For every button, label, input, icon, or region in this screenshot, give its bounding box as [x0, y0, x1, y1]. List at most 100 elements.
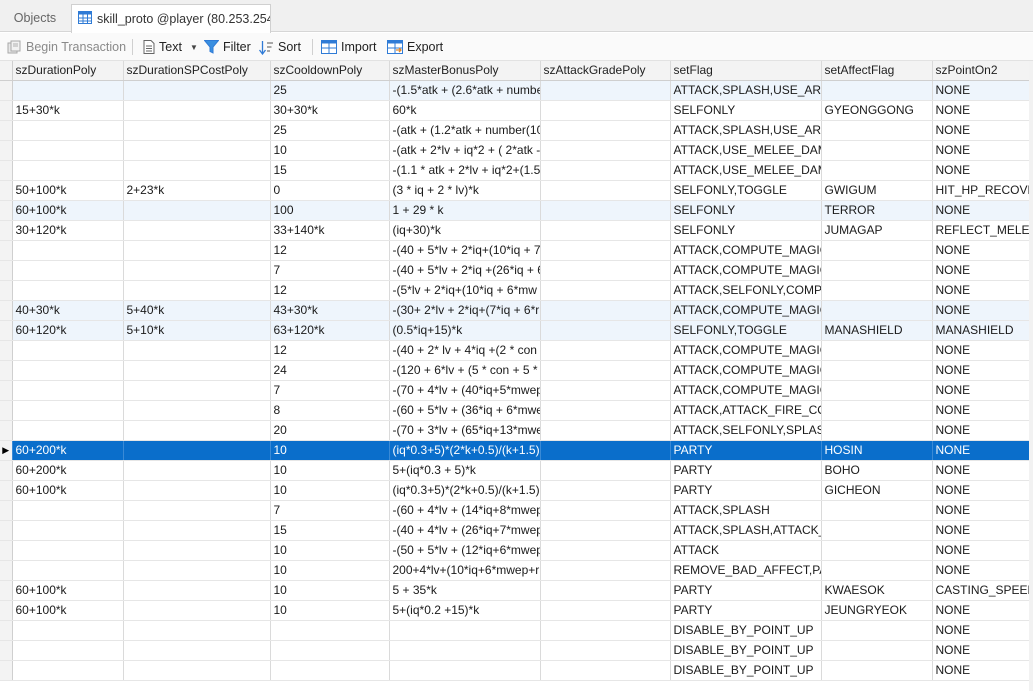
table-row[interactable]: DISABLE_BY_POINT_UP NONE [0, 620, 1030, 641]
table-cell[interactable]: JEUNGRYEOK [821, 600, 933, 621]
table-cell[interactable] [821, 280, 933, 301]
table-cell[interactable]: -(40 + 4*lv + (26*iq+7*mwep [389, 520, 541, 541]
table-row[interactable]: 60+200*k 10 5+(iq*0.3 + 5)*k PARTY BOHO NONE [0, 460, 1030, 481]
table-cell[interactable]: PARTY [670, 480, 822, 501]
table-cell[interactable]: 5+10*k [123, 320, 271, 341]
table-cell[interactable] [123, 600, 271, 621]
table-cell[interactable] [12, 500, 124, 521]
table-cell[interactable]: 33+140*k [270, 220, 390, 241]
table-row[interactable]: 15 -(1.1 * atk + 2*lv + iq*2+(1.5 ATTACK,U… [0, 160, 1030, 181]
table-cell[interactable] [123, 440, 271, 461]
table-cell[interactable] [540, 280, 671, 301]
table-cell[interactable]: (iq+30)*k [389, 220, 541, 241]
table-cell[interactable]: MANASHIELD [821, 320, 933, 341]
table-cell[interactable]: PARTY [670, 600, 822, 621]
table-cell[interactable]: 12 [270, 240, 390, 261]
table-cell[interactable]: NONE [932, 440, 1030, 461]
table-cell[interactable]: NONE [932, 460, 1030, 481]
table-cell[interactable] [12, 160, 124, 181]
table-cell[interactable] [540, 420, 671, 441]
table-cell[interactable]: -(atk + (1.2*atk + number(10 [389, 120, 541, 141]
table-cell[interactable] [821, 240, 933, 261]
row-selector[interactable] [0, 80, 13, 101]
table-cell[interactable]: ATTACK,SELFONLY,SPLASH, [670, 420, 822, 441]
table-cell[interactable] [540, 300, 671, 321]
table-cell[interactable]: NONE [932, 360, 1030, 381]
table-cell[interactable]: 15 [270, 160, 390, 181]
table-row[interactable]: 60+100*k 10 (iq*0.3+5)*(2*k+0.5)/(k+1.5) PA… [0, 480, 1030, 501]
row-selector[interactable] [0, 520, 13, 541]
column-header[interactable]: setFlag [670, 61, 822, 81]
table-cell[interactable] [540, 440, 671, 461]
table-cell[interactable] [821, 260, 933, 281]
table-cell[interactable]: 60+200*k [12, 440, 124, 461]
table-cell[interactable]: BOHO [821, 460, 933, 481]
table-cell[interactable] [821, 660, 933, 681]
table-cell[interactable]: NONE [932, 640, 1030, 661]
table-cell[interactable]: (3 * iq + 2 * lv)*k [389, 180, 541, 201]
table-cell[interactable] [123, 120, 271, 141]
table-row[interactable]: 25 -(1.5*atk + (2.6*atk + number(ATTACK,S… [0, 80, 1030, 101]
table-cell[interactable] [123, 240, 271, 261]
table-cell[interactable]: ATTACK,SELFONLY,COMPUTE [670, 280, 822, 301]
table-cell[interactable]: 43+30*k [270, 300, 390, 321]
table-cell[interactable]: TERROR [821, 200, 933, 221]
table-row[interactable]: 8 -(60 + 5*lv + (36*iq + 6*mwe ATTACK,ATTA… [0, 400, 1030, 421]
table-row[interactable]: 12 -(40 + 5*lv + 2*iq+(10*iq + 7* ATTACK,C… [0, 240, 1030, 261]
table-cell[interactable]: HOSIN [821, 440, 933, 461]
table-cell[interactable] [123, 140, 271, 161]
table-cell[interactable] [123, 520, 271, 541]
row-selector[interactable] [0, 500, 13, 521]
table-cell[interactable] [12, 340, 124, 361]
row-selector[interactable] [0, 560, 13, 581]
table-cell[interactable]: NONE [932, 140, 1030, 161]
column-header[interactable]: szDurationPoly [12, 61, 124, 81]
table-cell[interactable] [123, 80, 271, 101]
table-cell[interactable] [540, 140, 671, 161]
table-row[interactable]: 60+120*k 5+10*k 63+120*k (0.5*iq+15)*k SELFO… [0, 320, 1030, 341]
table-cell[interactable]: 25 [270, 120, 390, 141]
table-cell[interactable] [821, 640, 933, 661]
table-cell[interactable]: ATTACK,COMPUTE_MAGIC_DAMAGE [670, 360, 822, 381]
table-cell[interactable]: -(70 + 4*lv + (40*iq+5*mwep [389, 380, 541, 401]
table-cell[interactable]: -(120 + 6*lv + (5 * con + 5 * [389, 360, 541, 381]
table-cell[interactable]: 20 [270, 420, 390, 441]
table-cell[interactable] [123, 380, 271, 401]
table-cell[interactable] [540, 240, 671, 261]
table-row[interactable]: 10 200+4*lv+(10*iq+6*mwep+r REMOVE_BAD_AFF… [0, 560, 1030, 581]
table-cell[interactable]: GICHEON [821, 480, 933, 501]
column-header[interactable]: szCooldownPoly [270, 61, 390, 81]
table-cell[interactable] [123, 500, 271, 521]
table-cell[interactable]: 7 [270, 500, 390, 521]
table-cell[interactable] [123, 640, 271, 661]
table-cell[interactable]: NONE [932, 400, 1030, 421]
table-row[interactable]: 50+100*k 2+23*k 0 (3 * iq + 2 * lv)*k SELFON… [0, 180, 1030, 201]
table-cell[interactable] [123, 160, 271, 181]
table-cell[interactable] [270, 660, 390, 681]
table-cell[interactable] [389, 640, 541, 661]
text-button[interactable]: Text ▼ [143, 37, 198, 57]
table-cell[interactable]: 25 [270, 80, 390, 101]
table-cell[interactable] [12, 380, 124, 401]
row-selector[interactable] [0, 540, 13, 561]
table-cell[interactable]: 5+(iq*0.3 + 5)*k [389, 460, 541, 481]
column-header[interactable]: setAffectFlag [821, 61, 933, 81]
table-cell[interactable] [389, 620, 541, 641]
table-cell[interactable]: HIT_HP_RECOVER [932, 180, 1030, 201]
table-cell[interactable]: 7 [270, 260, 390, 281]
table-cell[interactable]: 60+120*k [12, 320, 124, 341]
table-cell[interactable]: 5+(iq*0.2 +15)*k [389, 600, 541, 621]
table-cell[interactable] [540, 480, 671, 501]
table-cell[interactable]: SELFONLY [670, 100, 822, 121]
import-button[interactable]: Import [321, 37, 376, 57]
table-cell[interactable] [540, 540, 671, 561]
table-cell[interactable]: NONE [932, 520, 1030, 541]
table-cell[interactable] [540, 100, 671, 121]
table-cell[interactable]: NONE [932, 660, 1030, 681]
table-cell[interactable]: 40+30*k [12, 300, 124, 321]
table-cell[interactable]: -(40 + 2* lv + 4*iq +(2 * con [389, 340, 541, 361]
table-row[interactable]: 7 -(70 + 4*lv + (40*iq+5*mwep ATTACK,COMPU… [0, 380, 1030, 401]
table-cell[interactable] [123, 660, 271, 681]
row-selector[interactable] [0, 100, 13, 121]
table-cell[interactable] [540, 560, 671, 581]
